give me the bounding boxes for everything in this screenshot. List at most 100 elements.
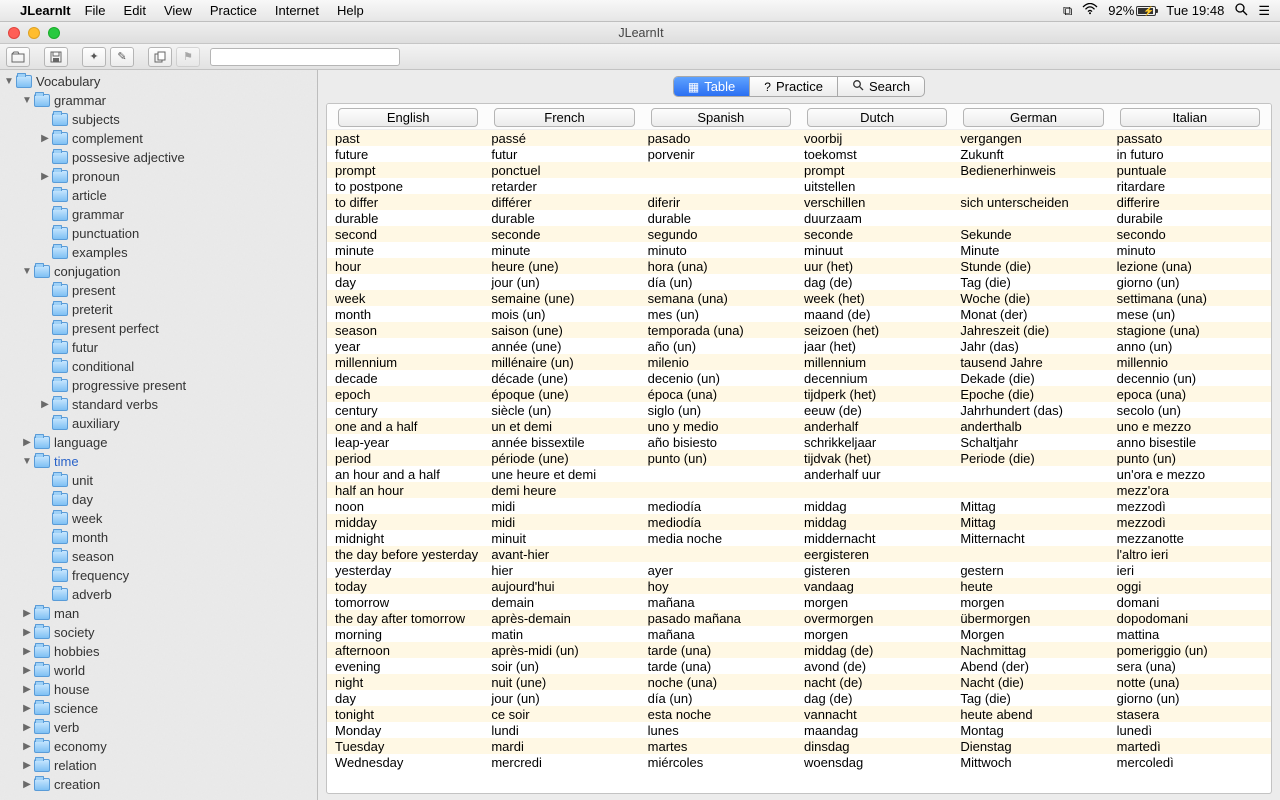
disclosure-triangle-icon[interactable]: ▶ [22,741,32,752]
menu-help[interactable]: Help [337,3,364,18]
table-body[interactable]: pastpassépasadovoorbijvergangenpassatofu… [327,130,1271,793]
minimize-window-button[interactable] [28,27,40,39]
menu-internet[interactable]: Internet [275,3,319,18]
disclosure-triangle-icon[interactable]: ▶ [40,133,50,144]
disclosure-triangle-icon[interactable]: ▶ [22,646,32,657]
tree-node-present-perfect[interactable]: present perfect [0,319,317,338]
column-header-german[interactable]: German [963,108,1103,127]
disclosure-triangle-icon[interactable]: ▶ [22,722,32,733]
disclosure-triangle-icon[interactable]: ▶ [22,608,32,619]
table-row[interactable]: monthmois (un)mes (un)maand (de)Monat (d… [327,306,1271,322]
tree-node-season[interactable]: season [0,547,317,566]
table-row[interactable]: morningmatinmañanamorgenMorgenmattina [327,626,1271,642]
tree-node-pronoun[interactable]: ▶pronoun [0,167,317,186]
menu-file[interactable]: File [85,3,106,18]
tree-node-complement[interactable]: ▶complement [0,129,317,148]
column-header-dutch[interactable]: Dutch [807,108,947,127]
tree-node-economy[interactable]: ▶economy [0,737,317,756]
table-row[interactable]: dayjour (un)día (un)dag (de)Tag (die)gio… [327,690,1271,706]
tree-node-adverb[interactable]: adverb [0,585,317,604]
table-row[interactable]: millenniummillénaire (un)mileniomillenni… [327,354,1271,370]
clock[interactable]: Tue 19:48 [1166,3,1224,18]
tab-practice[interactable]: ? Practice [750,77,838,96]
table-row[interactable]: an hour and a halfune heure et demiander… [327,466,1271,482]
table-row[interactable]: half an hourdemi heuremezz'ora [327,482,1271,498]
sidebar-tree[interactable]: ▼Vocabulary▼grammarsubjects▶complementpo… [0,70,318,800]
toolbar-open-button[interactable] [6,47,30,67]
tree-node-society[interactable]: ▶society [0,623,317,642]
tree-node-week[interactable]: week [0,509,317,528]
table-row[interactable]: secondsecondesegundosecondeSekundesecond… [327,226,1271,242]
column-header-english[interactable]: English [338,108,478,127]
table-row[interactable]: to postponeretarderuitstellenritardare [327,178,1271,194]
tree-node-day[interactable]: day [0,490,317,509]
table-row[interactable]: one and a halfun et demiuno y medioander… [327,418,1271,434]
table-row[interactable]: decadedécade (une)decenio (un)decenniumD… [327,370,1271,386]
disclosure-triangle-icon[interactable]: ▶ [22,437,32,448]
tree-node-relation[interactable]: ▶relation [0,756,317,775]
table-row[interactable]: centurysiècle (un)siglo (un)eeuw (de)Jah… [327,402,1271,418]
table-row[interactable]: leap-yearannée bissextileaño bisiestosch… [327,434,1271,450]
table-row[interactable]: tonightce soiresta nochevannachtheute ab… [327,706,1271,722]
table-row[interactable]: afternoonaprès-midi (un)tarde (una)midda… [327,642,1271,658]
table-row[interactable]: durabledurabledurableduurzaamdurabile [327,210,1271,226]
tree-node-Vocabulary[interactable]: ▼Vocabulary [0,72,317,91]
tree-node-month[interactable]: month [0,528,317,547]
tree-node-progressive-present[interactable]: progressive present [0,376,317,395]
table-row[interactable]: pastpassépasadovoorbijvergangenpassato [327,130,1271,146]
tree-node-subjects[interactable]: subjects [0,110,317,129]
toolbar-save-button[interactable] [44,47,68,67]
spotlight-icon[interactable] [1234,2,1248,19]
wifi-icon[interactable] [1082,3,1098,18]
tree-node-grammar[interactable]: grammar [0,205,317,224]
tab-table[interactable]: ▦ Table [674,77,750,96]
table-row[interactable]: hourheure (une)hora (una)uur (het)Stunde… [327,258,1271,274]
tree-node-verb[interactable]: ▶verb [0,718,317,737]
tree-node-science[interactable]: ▶science [0,699,317,718]
table-row[interactable]: epochépoque (une)época (una)tijdperk (he… [327,386,1271,402]
toolbar-settings-button[interactable]: ✦ [82,47,106,67]
table-row[interactable]: the day before yesterdayavant-hiereergis… [327,546,1271,562]
table-row[interactable]: minuteminuteminutominuutMinuteminuto [327,242,1271,258]
tab-search[interactable]: Search [838,77,924,96]
tree-node-grammar[interactable]: ▼grammar [0,91,317,110]
table-row[interactable]: TuesdaymardimartesdinsdagDienstagmartedì [327,738,1271,754]
battery-indicator[interactable]: 92% ⚡ [1108,3,1156,18]
app-menu[interactable]: JLearnIt [20,3,71,18]
tree-node-preterit[interactable]: preterit [0,300,317,319]
tree-node-present[interactable]: present [0,281,317,300]
tree-node-unit[interactable]: unit [0,471,317,490]
table-row[interactable]: midnightminuitmedia nochemiddernachtMitt… [327,530,1271,546]
tree-node-examples[interactable]: examples [0,243,317,262]
close-window-button[interactable] [8,27,20,39]
tree-node-world[interactable]: ▶world [0,661,317,680]
column-header-french[interactable]: French [494,108,634,127]
table-row[interactable]: eveningsoir (un)tarde (una)avond (de)Abe… [327,658,1271,674]
toolbar-wizard-button[interactable]: ✎ [110,47,134,67]
table-row[interactable]: the day after tomorrowaprès-demainpasado… [327,610,1271,626]
disclosure-triangle-icon[interactable]: ▶ [22,779,32,790]
menu-edit[interactable]: Edit [124,3,146,18]
menu-practice[interactable]: Practice [210,3,257,18]
tree-node-conjugation[interactable]: ▼conjugation [0,262,317,281]
table-row[interactable]: dayjour (un)día (un)dag (de)Tag (die)gio… [327,274,1271,290]
table-row[interactable]: yesterdayhierayergisterengesternieri [327,562,1271,578]
disclosure-triangle-icon[interactable]: ▶ [22,760,32,771]
disclosure-triangle-icon[interactable]: ▶ [40,399,50,410]
table-row[interactable]: promptponctuelpromptBedienerhinweispuntu… [327,162,1271,178]
tree-node-futur[interactable]: futur [0,338,317,357]
table-row[interactable]: MondaylundilunesmaandagMontaglunedì [327,722,1271,738]
zoom-window-button[interactable] [48,27,60,39]
table-row[interactable]: yearannée (une)año (un)jaar (het)Jahr (d… [327,338,1271,354]
disclosure-triangle-icon[interactable]: ▼ [22,266,32,277]
tree-node-article[interactable]: article [0,186,317,205]
table-row[interactable]: futurefuturporvenirtoekomstZukunftin fut… [327,146,1271,162]
tree-node-standard-verbs[interactable]: ▶standard verbs [0,395,317,414]
tree-node-house[interactable]: ▶house [0,680,317,699]
column-header-spanish[interactable]: Spanish [651,108,791,127]
toolbar-search-input[interactable] [210,48,400,66]
menu-view[interactable]: View [164,3,192,18]
tree-node-conditional[interactable]: conditional [0,357,317,376]
tree-node-language[interactable]: ▶language [0,433,317,452]
table-row[interactable]: todayaujourd'huihoyvandaagheuteoggi [327,578,1271,594]
